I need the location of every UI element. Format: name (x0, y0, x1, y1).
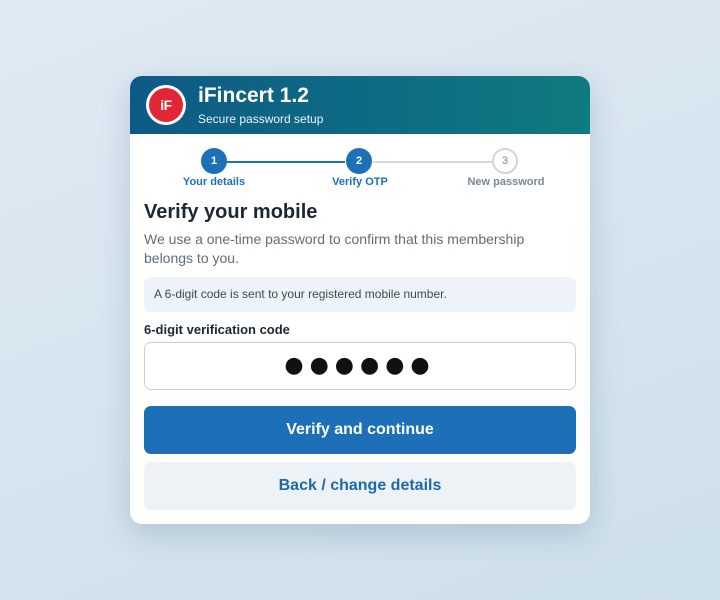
app-subtitle: Secure password setup (198, 112, 324, 126)
app-title: iFincert 1.2 (198, 84, 309, 107)
page-description: We use a one-time password to confirm th… (144, 231, 525, 266)
card-header: iF iFincert 1.2 Secure password setup (130, 76, 590, 134)
code-field-label: 6-digit verification code (144, 322, 290, 337)
page-title: Verify your mobile (144, 201, 318, 223)
step-connector-complete (227, 161, 345, 163)
step-3-label: New password (467, 176, 545, 188)
step-2-circle: 2 (346, 148, 372, 174)
info-notice: A 6-digit code is sent to your registere… (144, 277, 576, 312)
verify-continue-button[interactable]: Verify and continue (144, 406, 576, 454)
step-connector-upcoming (373, 161, 492, 163)
password-setup-card: iF iFincert 1.2 Secure password setup 1 … (130, 76, 590, 524)
back-change-details-button[interactable]: Back / change details (144, 462, 576, 510)
step-3-circle: 3 (492, 148, 518, 174)
app-logo-mark: iF (149, 88, 183, 122)
step-2-label: Verify OTP (332, 176, 388, 188)
step-1-label: Your details (182, 176, 246, 188)
verification-code-input[interactable]: ●●●●●● (144, 342, 576, 390)
step-1-circle: 1 (201, 148, 227, 174)
app-logo: iF (146, 85, 186, 125)
